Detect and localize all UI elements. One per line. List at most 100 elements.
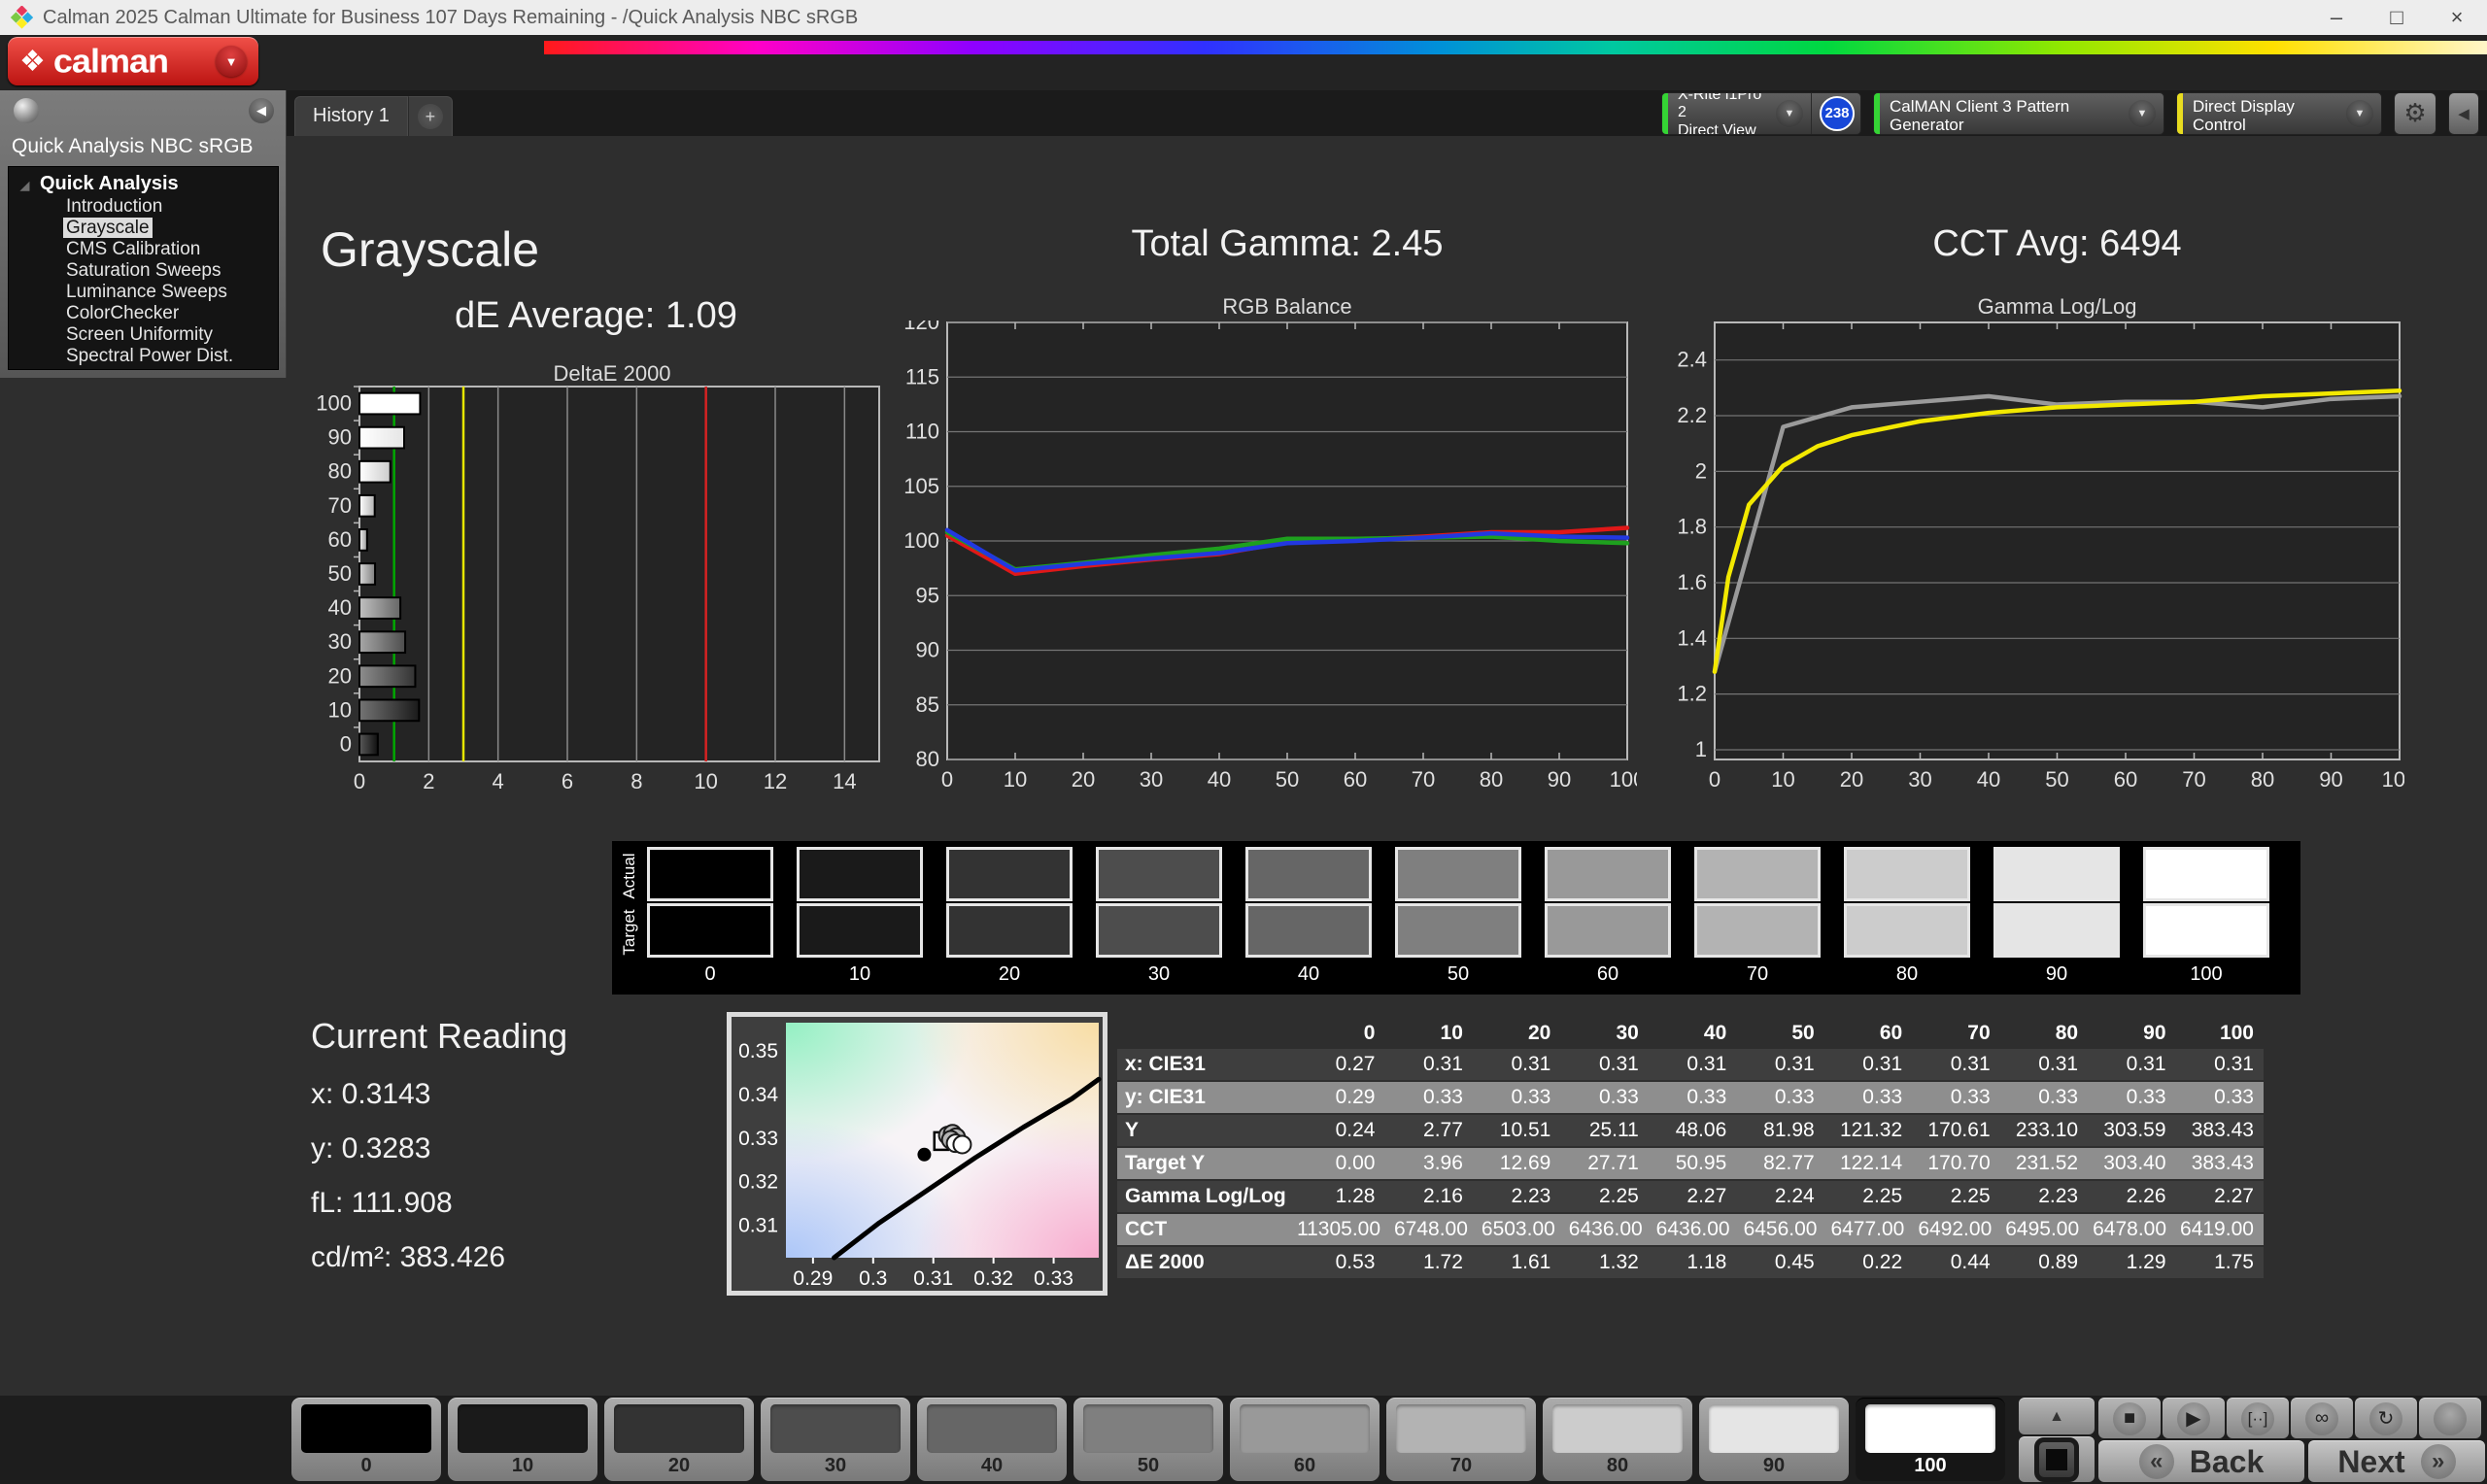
toolbar-collapse-button[interactable]: ◀ xyxy=(2448,92,2479,135)
calman-menu-chevron[interactable]: ▼ xyxy=(216,46,247,77)
table-row-label: Gamma Log/Log xyxy=(1117,1185,1297,1208)
actual-swatch-30 xyxy=(1096,847,1222,901)
tab-history-1[interactable]: History 1 xyxy=(294,96,408,136)
actual-swatch-70 xyxy=(1694,847,1821,901)
table-column-header: 100 xyxy=(2176,1022,2264,1045)
svg-text:10: 10 xyxy=(1004,767,1027,792)
table-cell: 10.51 xyxy=(1473,1119,1560,1142)
table-cell: 1.75 xyxy=(2176,1251,2264,1274)
table-cell: 82.77 xyxy=(1736,1152,1823,1175)
chevron-down-icon[interactable]: ▼ xyxy=(2346,100,2373,127)
next-button[interactable]: Next » xyxy=(2308,1440,2485,1482)
calman-app-window: Calman 2025 Calman Ultimate for Business… xyxy=(0,0,2487,1484)
table-row: Gamma Log/Log1.282.162.232.252.272.242.2… xyxy=(1117,1181,2264,1212)
table-cell: 0.31 xyxy=(1824,1053,1912,1076)
sidebar-item-saturation-sweeps[interactable]: Saturation Sweeps xyxy=(9,260,278,282)
minimize-button[interactable]: – xyxy=(2306,0,2367,35)
continuous-button[interactable]: ∞ xyxy=(2291,1398,2353,1438)
pattern-level-button-10[interactable]: 10 xyxy=(448,1398,597,1481)
actual-swatch-50 xyxy=(1395,847,1521,901)
table-cell: 6492.00 xyxy=(1914,1218,2001,1241)
actual-swatch-40 xyxy=(1245,847,1372,901)
pattern-level-button-0[interactable]: 0 xyxy=(291,1398,441,1481)
measurement-table: 0102030405060708090100x: CIE310.270.310.… xyxy=(1117,1020,2264,1280)
table-cell: 383.43 xyxy=(2176,1119,2264,1142)
current-reading-title: Current Reading xyxy=(311,1016,567,1057)
back-button[interactable]: « Back xyxy=(2098,1440,2304,1482)
table-cell: 0.31 xyxy=(1649,1053,1736,1076)
sidebar-orb-icon[interactable] xyxy=(14,98,39,123)
plus-icon: + xyxy=(418,104,443,129)
pattern-bar-up-button[interactable]: ▲ xyxy=(2019,1398,2095,1434)
source-dropdown[interactable]: CalMAN Client 3 Pattern Generator ▼ xyxy=(1873,92,2164,135)
table-cell: 0.31 xyxy=(2088,1053,2175,1076)
svg-text:4: 4 xyxy=(493,769,504,793)
play-button[interactable]: ▶ xyxy=(2163,1398,2225,1438)
svg-text:30: 30 xyxy=(328,629,352,654)
loop-button[interactable]: ↻ xyxy=(2355,1398,2417,1438)
sidebar-collapse-button[interactable]: ◀ xyxy=(249,98,274,123)
pattern-window-button[interactable] xyxy=(2019,1436,2095,1482)
table-cell: 0.44 xyxy=(1912,1251,1999,1274)
settings-gear-button[interactable]: ⚙ xyxy=(2394,92,2436,135)
pattern-level-button-30[interactable]: 30 xyxy=(761,1398,910,1481)
table-cell: 6478.00 xyxy=(2089,1218,2176,1241)
gear-icon: ⚙ xyxy=(2403,98,2426,128)
svg-text:0: 0 xyxy=(354,769,365,793)
table-cell: 6503.00 xyxy=(1478,1218,1565,1241)
pattern-level-button-90[interactable]: 90 xyxy=(1699,1398,1849,1481)
tree-expander-icon[interactable]: ◢ xyxy=(20,174,29,198)
title-bar: Calman 2025 Calman Ultimate for Business… xyxy=(0,0,2487,35)
svg-text:80: 80 xyxy=(1480,767,1503,792)
chevron-down-icon[interactable]: ▼ xyxy=(2129,100,2156,127)
blank-button[interactable] xyxy=(2419,1398,2481,1438)
add-tab-button[interactable]: + xyxy=(408,96,453,136)
sidebar-item-luminance-sweeps[interactable]: Luminance Sweeps xyxy=(9,282,278,303)
close-button[interactable]: × xyxy=(2427,0,2487,35)
sidebar-item-grayscale[interactable]: Grayscale xyxy=(9,218,278,239)
pattern-level-button-40[interactable]: 40 xyxy=(917,1398,1067,1481)
calman-menu-button[interactable]: ❖ calman ▼ xyxy=(8,37,258,85)
svg-text:0.31: 0.31 xyxy=(738,1214,778,1236)
meter-dropdown[interactable]: X-Rite i1Pro 2 Direct View ▼ 238 xyxy=(1661,92,1861,135)
table-cell: 303.40 xyxy=(2088,1152,2175,1175)
chevron-down-icon[interactable]: ▼ xyxy=(1776,100,1803,127)
table-cell: 233.10 xyxy=(2000,1119,2088,1142)
pattern-level-button-20[interactable]: 20 xyxy=(604,1398,754,1481)
display-dropdown[interactable]: Direct Display Control ▼ xyxy=(2176,92,2382,135)
table-column-header: 60 xyxy=(1824,1022,1912,1045)
back-arrows-icon: « xyxy=(2139,1444,2174,1479)
window-pattern-icon xyxy=(2034,1437,2079,1482)
pattern-level-button-80[interactable]: 80 xyxy=(1543,1398,1692,1481)
pattern-level-button-70[interactable]: 70 xyxy=(1386,1398,1536,1481)
sidebar-item-introduction[interactable]: Introduction xyxy=(9,196,278,218)
svg-text:90: 90 xyxy=(1548,767,1571,792)
pattern-level-button-50[interactable]: 50 xyxy=(1073,1398,1223,1481)
actual-swatch-100 xyxy=(2143,847,2269,901)
target-swatch-20 xyxy=(946,903,1073,958)
page-title: Grayscale xyxy=(321,221,539,278)
calman-diamond-icon: ❖ xyxy=(19,45,46,79)
maximize-button[interactable]: □ xyxy=(2367,0,2427,35)
table-header-row: 0102030405060708090100 xyxy=(1117,1020,2264,1047)
tree-root-quick-analysis[interactable]: ◢ Quick Analysis xyxy=(9,172,278,196)
sidebar-item-cms-calibration[interactable]: CMS Calibration xyxy=(9,239,278,260)
table-cell: 12.69 xyxy=(1473,1152,1560,1175)
table-row: CCT11305.006748.006503.006436.006436.006… xyxy=(1117,1214,2264,1245)
svg-text:20: 20 xyxy=(328,663,352,688)
deltae-2000-bar-chart: 024681012140102030405060708090100 xyxy=(311,381,894,800)
svg-text:70: 70 xyxy=(2182,767,2205,792)
svg-text:0.29: 0.29 xyxy=(793,1267,833,1290)
table-cell: 27.71 xyxy=(1560,1152,1648,1175)
svg-text:8: 8 xyxy=(630,769,642,793)
pattern-level-button-100[interactable]: 100 xyxy=(1856,1398,2005,1481)
de-average-value: dE Average: 1.09 xyxy=(455,295,737,337)
sidebar-item-colorchecker[interactable]: ColorChecker xyxy=(9,303,278,324)
interval-button[interactable]: [··] xyxy=(2227,1398,2289,1438)
svg-text:0: 0 xyxy=(941,767,953,792)
table-cell: 2.24 xyxy=(1736,1185,1823,1208)
sidebar-item-screen-uniformity[interactable]: Screen Uniformity xyxy=(9,324,278,346)
sidebar-item-spectral-power-dist[interactable]: Spectral Power Dist. xyxy=(9,346,278,367)
pattern-level-button-60[interactable]: 60 xyxy=(1230,1398,1380,1481)
stop-button[interactable]: ■ xyxy=(2098,1398,2161,1438)
